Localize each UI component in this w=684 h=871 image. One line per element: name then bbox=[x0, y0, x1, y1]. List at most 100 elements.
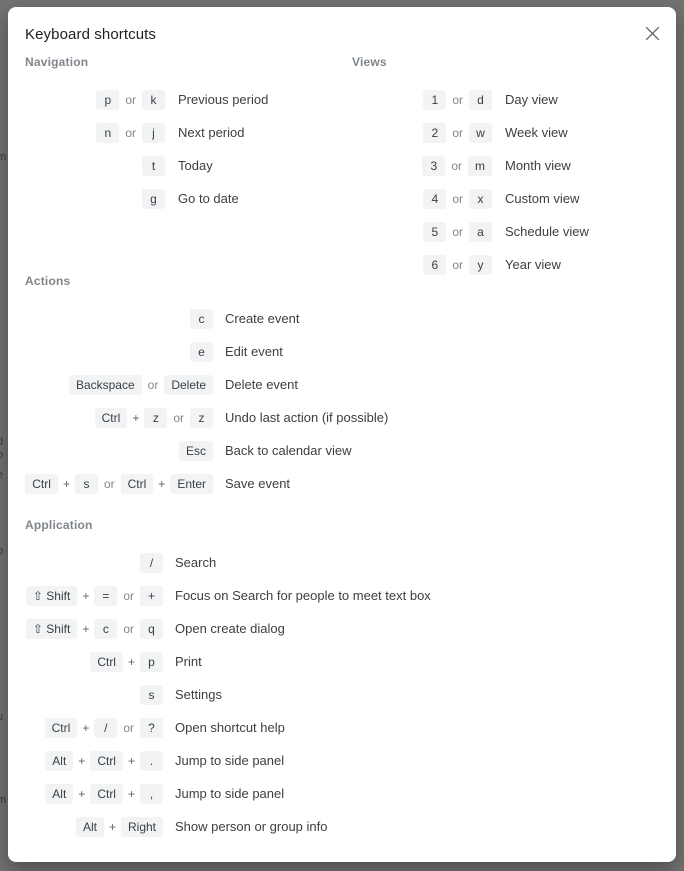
key-separator-or: or bbox=[173, 410, 184, 425]
shortcut-row: 4 or x Custom view bbox=[352, 182, 676, 215]
shortcut-row: ⇧ Shift + = or + Focus on Search for peo… bbox=[25, 579, 659, 612]
shortcut-keys: t bbox=[25, 155, 165, 176]
shortcut-row: Alt + Ctrl + , Jump to side panel bbox=[25, 777, 659, 810]
key-chip: k bbox=[142, 89, 165, 110]
key-chip: Delete bbox=[164, 374, 213, 395]
shortcut-keys: 5 or a bbox=[352, 221, 492, 242]
shortcut-keys: 6 or y bbox=[352, 254, 492, 275]
key-chip: m bbox=[468, 155, 492, 176]
shortcut-description: Jump to side panel bbox=[175, 753, 285, 768]
close-button[interactable] bbox=[638, 19, 666, 47]
key-chip: . bbox=[140, 750, 163, 771]
shortcut-description: Show person or group info bbox=[175, 819, 328, 834]
shortcut-description: Previous period bbox=[178, 92, 269, 107]
shortcut-keys: 2 or w bbox=[352, 122, 492, 143]
shortcut-keys: Ctrl + p bbox=[25, 651, 163, 672]
shortcut-keys: 4 or x bbox=[352, 188, 492, 209]
shortcut-row: 5 or a Schedule view bbox=[352, 215, 676, 248]
key-chip: j bbox=[142, 122, 165, 143]
key-separator-plus: + bbox=[127, 786, 135, 801]
close-icon bbox=[645, 26, 660, 41]
shortcut-row: Backspace or Delete Delete event bbox=[25, 368, 659, 401]
backdrop-fragment: u bbox=[0, 711, 4, 723]
shortcut-keys: Alt + Ctrl + , bbox=[25, 783, 163, 804]
key-separator-or: or bbox=[452, 125, 463, 140]
shortcut-description: Month view bbox=[505, 158, 571, 173]
shortcut-description: Jump to side panel bbox=[175, 786, 285, 801]
dialog-title: Keyboard shortcuts bbox=[25, 26, 157, 43]
shortcut-description: Next period bbox=[178, 125, 245, 140]
shortcut-description: Week view bbox=[505, 125, 568, 140]
section-title-views: Views bbox=[352, 55, 387, 69]
key-chip: Esc bbox=[178, 440, 213, 461]
key-separator-or: or bbox=[123, 588, 134, 603]
key-separator-or: or bbox=[103, 476, 115, 491]
key-chip: c bbox=[190, 308, 213, 329]
shortcut-row: Alt + Right Show person or group info bbox=[25, 810, 659, 843]
shortcut-list-actions: c Create event e Edit event Backspace or… bbox=[25, 302, 659, 500]
shortcut-keys: g bbox=[25, 188, 165, 209]
key-chip: x bbox=[469, 188, 492, 209]
key-separator-plus: + bbox=[127, 654, 135, 669]
key-chip: Ctrl bbox=[44, 717, 78, 738]
key-chip: 5 bbox=[423, 221, 447, 242]
key-separator-plus: + bbox=[78, 786, 86, 801]
shortcut-description: Today bbox=[178, 158, 213, 173]
key-separator-or: or bbox=[452, 224, 463, 239]
shortcut-description: Print bbox=[175, 654, 202, 669]
key-separator-or: or bbox=[125, 125, 136, 140]
shortcut-description: Back to calendar view bbox=[225, 443, 352, 458]
shortcut-description: Schedule view bbox=[505, 224, 589, 239]
shortcut-keys: e bbox=[25, 341, 213, 362]
key-separator-plus: + bbox=[82, 621, 90, 636]
shortcut-row: Ctrl + / or ? Open shortcut help bbox=[25, 711, 659, 744]
key-chip: ⇧ Shift bbox=[25, 585, 78, 606]
section-title-application: Application bbox=[25, 518, 93, 532]
shortcut-keys: Ctrl + / or ? bbox=[25, 717, 163, 738]
shortcut-row: s Settings bbox=[25, 678, 659, 711]
shortcut-description: Focus on Search for people to meet text … bbox=[175, 588, 431, 603]
key-chip: 1 bbox=[423, 89, 447, 110]
key-separator-plus: + bbox=[108, 819, 116, 834]
key-separator-plus: + bbox=[82, 588, 90, 603]
key-chip: z bbox=[144, 407, 168, 428]
key-chip: c bbox=[94, 618, 118, 639]
shortcut-row: g Go to date bbox=[25, 182, 355, 215]
shortcut-description: Year view bbox=[505, 257, 561, 272]
key-chip: 6 bbox=[423, 254, 447, 275]
key-separator-or: or bbox=[147, 377, 159, 392]
key-chip: Ctrl bbox=[90, 651, 123, 672]
shortcut-keys: Alt + Ctrl + . bbox=[25, 750, 163, 771]
key-chip: Right bbox=[120, 816, 163, 837]
shortcut-row: 6 or y Year view bbox=[352, 248, 676, 281]
backdrop-fragment: m bbox=[0, 151, 7, 163]
shortcut-keys: Esc bbox=[25, 440, 213, 461]
shortcut-description: Search bbox=[175, 555, 217, 570]
key-separator-or: or bbox=[451, 158, 462, 173]
section-application: Application / Search ⇧ Shift + = or + Fo… bbox=[25, 518, 659, 843]
key-chip: Ctrl bbox=[90, 750, 123, 771]
key-chip: Ctrl bbox=[120, 473, 154, 494]
shortcut-description: Settings bbox=[175, 687, 222, 702]
key-separator-or: or bbox=[452, 92, 463, 107]
key-chip: 4 bbox=[423, 188, 447, 209]
shortcuts-content: Navigation p or k Previous period n or j… bbox=[8, 55, 676, 843]
shortcut-description: Create event bbox=[225, 311, 300, 326]
shortcut-keys: Ctrl + z or z bbox=[25, 407, 213, 428]
key-separator-plus: + bbox=[158, 476, 166, 491]
shortcut-keys: s bbox=[25, 684, 163, 705]
key-separator-or: or bbox=[125, 92, 136, 107]
backdrop-fragment: p bbox=[0, 545, 4, 557]
key-separator-plus: + bbox=[132, 410, 140, 425]
shortcut-row: ⇧ Shift + c or q Open create dialog bbox=[25, 612, 659, 645]
key-chip: Alt bbox=[45, 783, 74, 804]
key-chip: p bbox=[140, 651, 163, 672]
shortcut-description: Delete event bbox=[225, 377, 298, 392]
section-actions: Actions c Create event e Edit event Back… bbox=[25, 274, 659, 500]
key-chip: s bbox=[140, 684, 163, 705]
key-chip: a bbox=[469, 221, 492, 242]
key-chip: Ctrl bbox=[94, 407, 128, 428]
key-separator-or: or bbox=[123, 720, 134, 735]
shortcut-row: Alt + Ctrl + . Jump to side panel bbox=[25, 744, 659, 777]
dialog-header: Keyboard shortcuts bbox=[8, 7, 676, 55]
